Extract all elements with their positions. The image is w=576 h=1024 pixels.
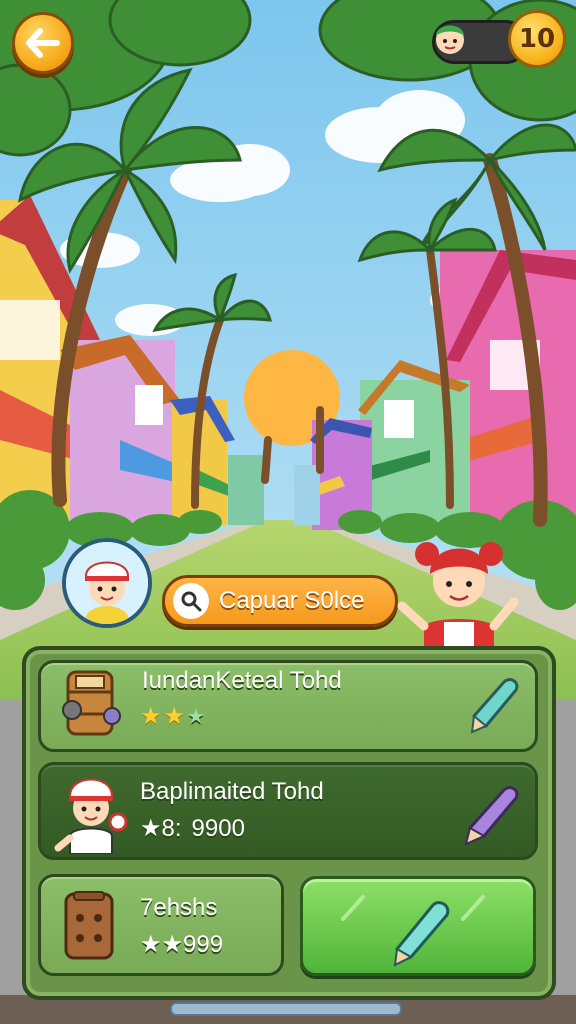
search-bar[interactable]: Capuar S0lce xyxy=(162,575,398,627)
star-icon: ★ xyxy=(187,706,205,728)
magnifier-icon xyxy=(173,583,209,619)
back-button[interactable] xyxy=(12,12,74,74)
bottom-handle[interactable] xyxy=(170,1002,402,1016)
player-mini-avatar-icon xyxy=(430,16,470,60)
card-value: 9900 xyxy=(191,814,245,842)
card-title: 7ehshs xyxy=(140,894,218,921)
card-title: IundanKeteal Tohd xyxy=(142,667,342,694)
arrow-left-icon xyxy=(26,28,60,58)
card-value: ★★999 xyxy=(140,931,224,958)
action-button[interactable] xyxy=(300,876,536,976)
teal-crayon-icon xyxy=(393,901,450,967)
card-title: Baplimaited Tohd xyxy=(140,778,324,805)
star-icon: ★ xyxy=(140,703,162,730)
wooden-box-icon xyxy=(60,888,118,962)
card-value-row: ★8: 9900 xyxy=(140,814,245,843)
waving-girl-character-icon xyxy=(394,536,524,648)
coin-count-badge: 10 xyxy=(508,10,566,68)
search-label: Capuar S0lce xyxy=(219,587,365,614)
coin-count: 10 xyxy=(518,24,556,54)
chef-character-icon xyxy=(54,766,128,855)
card-rating: ★ ★ ★ xyxy=(140,702,205,731)
card-star-prefix: ★8: xyxy=(140,815,182,842)
profile-avatar[interactable] xyxy=(62,538,152,628)
purple-crayon-icon[interactable] xyxy=(462,780,522,848)
barrel-crate-icon xyxy=(60,666,126,740)
star-icon: ★ xyxy=(163,703,186,730)
chef-boy-avatar-icon xyxy=(66,542,148,624)
teal-crayon-icon[interactable] xyxy=(466,672,522,736)
